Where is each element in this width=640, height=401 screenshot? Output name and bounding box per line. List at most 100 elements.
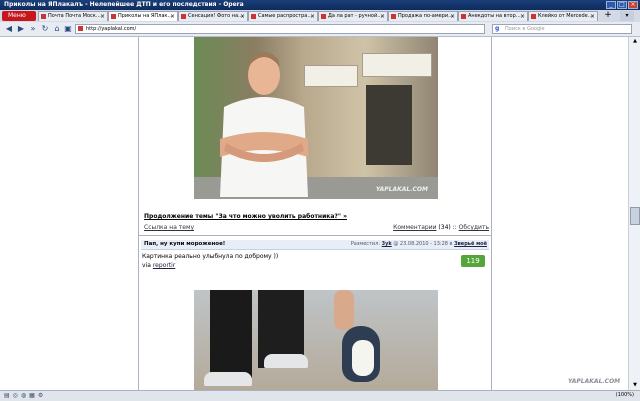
google-icon: g [495,25,500,32]
favicon-icon [391,14,396,19]
tab-label: Самые распростра… [258,13,313,19]
content-column: YAPLAKAL.COM Продолжение темы "За что мо… [138,37,492,390]
settings-icon[interactable]: ⚙ [38,392,46,399]
tab-label: Продажа по-амери… [398,13,454,19]
window-title: Приколы на ЯПлакалъ - Нелепейшее ДТП и е… [4,1,244,8]
post-date: @ 23.08.2010 - 13:28 в [393,241,453,247]
tab-list-button[interactable]: ▾ [620,11,634,21]
window-controls: _ □ × [606,1,638,9]
opera-menu-button[interactable]: Меню [2,11,36,21]
site-favicon-icon [78,26,83,31]
panel-icon[interactable]: ▣ [63,24,73,34]
address-text: http://yaplakal.com/ [86,26,137,32]
tab-close-icon[interactable]: × [240,12,245,21]
address-bar[interactable]: http://yaplakal.com/ [75,24,485,34]
tab-label: Почта Почта Моск… [48,13,101,19]
search-input[interactable]: g Поиск в Google [492,24,632,34]
source-link[interactable]: reportir [153,262,175,269]
zoom-level[interactable]: (100%) [616,392,634,398]
minimize-button[interactable]: _ [606,1,616,9]
tab-4[interactable]: Да ла рат - ручной… × [318,11,388,21]
tab-close-icon[interactable]: × [380,12,385,21]
separator: :: [452,224,457,231]
watermark: YAPLAKAL.COM [568,378,621,385]
scroll-down-icon[interactable]: ▼ [630,381,640,390]
tab-0[interactable]: Почта Почта Моск… × [38,11,108,21]
tab-label: Анекдоты на втор… [468,13,521,19]
sneaker [204,372,252,386]
tab-close-icon[interactable]: × [450,12,455,21]
comments-link[interactable]: Комментарии [393,224,436,231]
forward-icon[interactable]: ▶ [16,24,26,34]
sneaker [264,354,308,368]
vertical-scrollbar[interactable]: ▲ ▼ [628,37,640,390]
tab-5[interactable]: Продажа по-амери… × [388,11,458,21]
tab-6[interactable]: Анекдоты на втор… × [458,11,528,21]
penguin-belly [352,340,374,376]
favicon-icon [251,14,256,19]
post-divider [139,235,491,236]
tab-3[interactable]: Самые распростра… × [248,11,318,21]
shop-window [366,85,412,165]
post-title[interactable]: Пап, ну купи мороженое! [144,241,225,247]
reload-icon[interactable]: ↻ [40,24,50,34]
hand [334,290,354,330]
rating-badge[interactable]: 119 [461,255,485,267]
tab-7[interactable]: Клейко от Mercede… × [528,11,598,21]
comments-count: (34) [438,224,451,231]
post-meta: Разместил: 3yk @ 23.08.2010 - 13:28 в Зв… [351,241,487,247]
scroll-thumb[interactable] [630,207,640,225]
tab-close-icon[interactable]: × [170,12,175,21]
post-source: via reportir [142,262,175,269]
tab-2[interactable]: Сенсация! Фото на… × [178,11,248,21]
topic-link[interactable]: Ссылка на тему [144,224,194,231]
window-titlebar: Приколы на ЯПлакалъ - Нелепейшее ДТП и е… [0,0,640,10]
post-header: Пап, ну купи мороженое! Разместил: 3yk @… [141,240,489,250]
discuss-link[interactable]: Обсудить [459,224,489,231]
images-icon[interactable]: ▦ [29,392,38,399]
tab-close-icon[interactable]: × [590,12,595,21]
search-placeholder: Поиск в Google [505,26,545,32]
tab-close-icon[interactable]: × [100,12,105,21]
favicon-icon [41,14,46,19]
tab-label: Да ла рат - ручной… [328,13,383,19]
fast-forward-icon[interactable]: » [28,24,38,34]
author-link[interactable]: 3yk [382,241,392,247]
favicon-icon [461,14,466,19]
back-icon[interactable]: ◀ [4,24,14,34]
tab-label: Приколы на ЯПлак… [118,13,173,19]
scroll-up-icon[interactable]: ▲ [630,37,640,46]
favicon-icon [181,14,186,19]
favicon-icon [111,14,116,19]
home-icon[interactable]: ⌂ [52,24,62,34]
tab-label: Клейко от Mercede… [538,13,593,19]
watermark: YAPLAKAL.COM [375,186,428,193]
panel-toggle-icon[interactable]: ▤ [4,392,13,399]
new-tab-button[interactable]: + [602,11,614,21]
favicon-icon [321,14,326,19]
turbo-icon[interactable]: ◎ [13,392,21,399]
tab-close-icon[interactable]: × [520,12,525,21]
status-bar: ▤◎◍▦⚙ (100%) [0,390,640,401]
photo-woman-crossed-arms: YAPLAKAL.COM [194,37,438,199]
woman-figure [220,52,308,197]
shop-awning [362,53,432,77]
continue-topic-link[interactable]: Продолжение темы "За что можно уволить р… [144,213,347,220]
comments-area: Комментарии (34) :: Обсудить [393,224,489,231]
leg [210,290,252,378]
maximize-button[interactable]: □ [617,1,627,9]
favicon-icon [531,14,536,19]
post-text: Картинка реально улыбнула по доброму )) [142,253,279,260]
close-button[interactable]: × [628,1,638,9]
placed-label: Разместил: [350,241,381,247]
navigation-bar: ◀ ▶ » ↻ ⌂ ▣ http://yaplakal.com/ g Поиск… [0,22,640,37]
tab-1[interactable]: Приколы на ЯПлак… × [108,11,178,21]
status-icons: ▤◎◍▦⚙ [4,392,46,399]
page-viewport: YAPLAKAL.COM Продолжение темы "За что мо… [0,37,628,390]
tab-label: Сенсация! Фото на… [188,13,244,19]
unite-icon[interactable]: ◍ [21,392,29,399]
photo-penguin [194,290,438,390]
subforum-link[interactable]: Зверьё моё [454,241,487,247]
tab-close-icon[interactable]: × [310,12,315,21]
via-label: via [142,262,151,269]
